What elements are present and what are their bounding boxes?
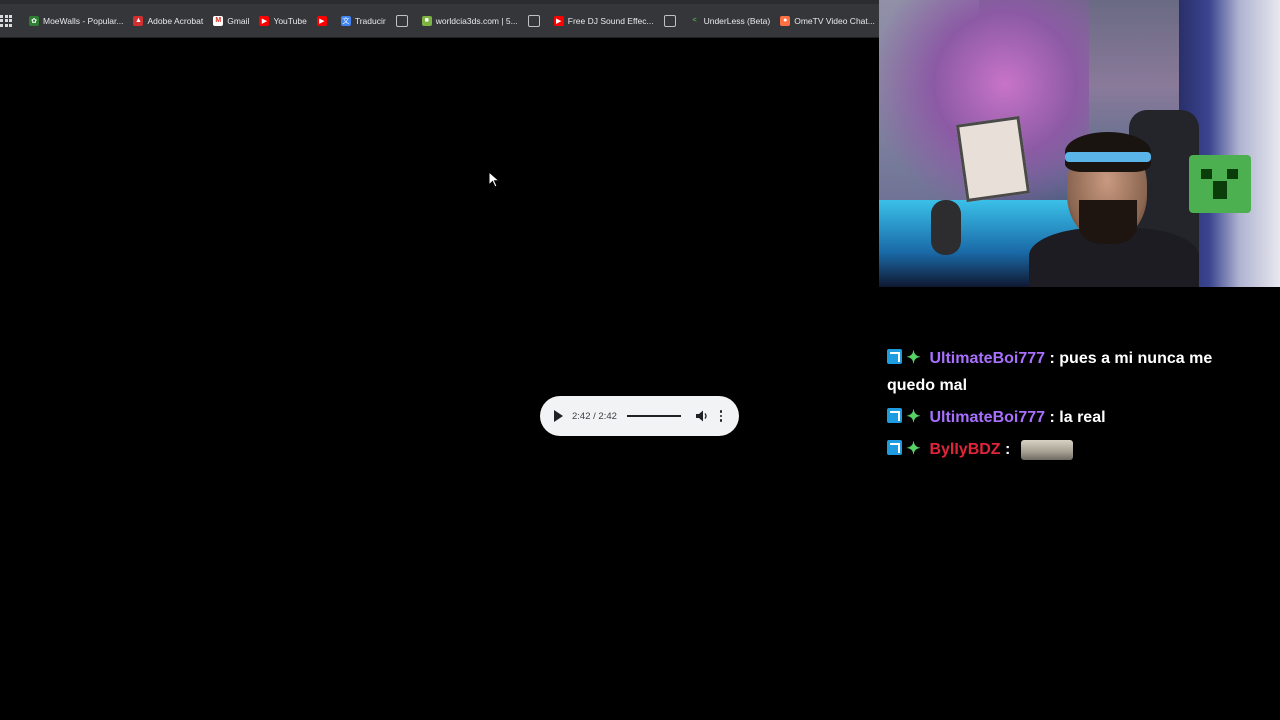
- chat-username: UltimateBoi777: [929, 350, 1046, 367]
- play-icon[interactable]: [550, 408, 566, 424]
- bookmark-label: Adobe Acrobat: [147, 15, 204, 26]
- bookmark-free-dj-sound[interactable]: ▶ Free DJ Sound Effec...: [549, 9, 659, 33]
- bookmark-gmail[interactable]: M Gmail: [208, 9, 254, 33]
- moderator-badge-icon: [887, 349, 902, 365]
- chat-username: UltimateBoi777: [929, 409, 1046, 426]
- bookmark-label: Free DJ Sound Effec...: [567, 15, 654, 26]
- gmail-icon: M: [213, 15, 224, 26]
- bookmark-traducir[interactable]: 文 Traducir: [336, 9, 391, 33]
- globe-icon: [663, 14, 676, 27]
- chat-separator: :: [1049, 350, 1055, 367]
- bookmark-youtube[interactable]: ▶ YouTube: [254, 9, 311, 33]
- star-badge-icon: ✦: [906, 439, 921, 459]
- apps-grid-icon[interactable]: [0, 7, 12, 35]
- star-badge-icon: ✦: [906, 348, 921, 368]
- bookmark-globe-2[interactable]: [523, 9, 549, 33]
- moewalls-icon: ✿: [29, 15, 39, 26]
- bookmark-label: MoeWalls - Popular...: [43, 15, 124, 26]
- bookmarks-bar: ✿ MoeWalls - Popular... ▲ Adobe Acrobat …: [0, 4, 879, 38]
- webcam-person-beard: [1079, 200, 1137, 244]
- chat-message: ✦ UltimateBoi777 : pues a mi nunca me qu…: [887, 345, 1247, 399]
- bookmark-label: worldcia3ds.com | 5...: [435, 15, 518, 26]
- bookmark-youtube-2[interactable]: ▶: [312, 9, 336, 33]
- bookmark-label: YouTube: [273, 15, 307, 26]
- chat-overlay: ✦ UltimateBoi777 : pues a mi nunca me qu…: [887, 345, 1247, 468]
- bookmark-moewalls[interactable]: ✿ MoeWalls - Popular...: [24, 9, 128, 33]
- globe-icon: [395, 14, 408, 27]
- moderator-badge-icon: [887, 408, 902, 424]
- chat-username: BylIyBDZ: [929, 441, 1001, 458]
- bookmark-adobe-acrobat[interactable]: ▲ Adobe Acrobat: [128, 9, 208, 33]
- ometv-icon: ●: [780, 15, 791, 26]
- webcam-overlay: [879, 0, 1280, 287]
- youtube-icon: ▶: [553, 15, 564, 26]
- chat-emote-icon: [1020, 439, 1073, 460]
- audio-progress-bar[interactable]: [626, 415, 681, 417]
- acrobat-icon: ▲: [133, 15, 144, 26]
- chat-message: ✦ BylIyBDZ :: [887, 436, 1247, 463]
- chat-text: la real: [1059, 409, 1106, 426]
- underless-icon: <: [692, 17, 697, 24]
- chat-separator: :: [1005, 441, 1011, 458]
- globe-icon: [527, 14, 540, 27]
- creeper-plush-icon: [1189, 155, 1251, 213]
- chat-message: ✦ UltimateBoi777 : la real: [887, 404, 1247, 431]
- translate-icon: 文: [340, 15, 351, 26]
- moderator-badge-icon: [887, 440, 902, 456]
- bookmark-label: Gmail: [227, 15, 250, 26]
- bookmark-globe-1[interactable]: [391, 9, 417, 33]
- bookmark-label: Traducir: [354, 15, 386, 26]
- bookmark-worldcia3ds[interactable]: ■ worldcia3ds.com | 5...: [417, 9, 523, 33]
- webcam-person-headband: [1065, 152, 1151, 162]
- worldcia-icon: ■: [421, 15, 432, 26]
- bookmark-globe-3[interactable]: [659, 9, 685, 33]
- bookmark-ometv[interactable]: ● OmeTV Video Chat...: [775, 9, 880, 33]
- bookmark-underless[interactable]: < UnderLess (Beta): [685, 9, 776, 33]
- bookmark-label: UnderLess (Beta): [703, 15, 771, 26]
- webcam-microphone: [931, 200, 961, 255]
- chat-separator: :: [1049, 409, 1055, 426]
- audio-player[interactable]: 2:42 / 2:42: [540, 396, 739, 436]
- audio-time: 2:42 / 2:42: [572, 410, 617, 422]
- media-page: 2:42 / 2:42: [0, 39, 879, 720]
- audio-progress-fill: [626, 415, 681, 417]
- volume-icon[interactable]: [695, 409, 709, 423]
- more-options-icon[interactable]: [716, 409, 726, 423]
- bookmark-label: OmeTV Video Chat...: [794, 15, 875, 26]
- star-badge-icon: ✦: [906, 407, 921, 427]
- webcam-picture-frame: [955, 115, 1031, 203]
- youtube-icon: ▶: [259, 15, 270, 26]
- youtube-icon: ▶: [316, 15, 327, 26]
